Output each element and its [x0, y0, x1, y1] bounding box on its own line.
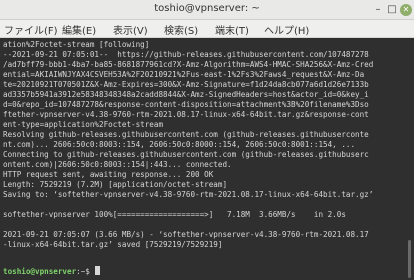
terminal-line: ftether-vpnserver-v4.38-9760-rtm-2021.08… [3, 110, 369, 119]
title-bar[interactable]: toshio@vpnserver: ~ – □ ✕ [0, 0, 414, 20]
menu-file[interactable]: ファイル(F) [4, 22, 58, 37]
prompt-user: toshio@vpnserver [3, 267, 77, 276]
terminal-line: Length: 7529219 (7.2M) [application/octe… [3, 180, 228, 189]
terminal-line: ential=AKIAIWNJYAX4CSVEH53A%2F20210921%2… [3, 70, 365, 79]
terminal-line: --2021-09-21 07:05:01-- https://github-r… [3, 50, 369, 59]
window-title: toshio@vpnserver: ~ [154, 3, 260, 14]
text-cursor [95, 266, 101, 275]
terminal-line: softether-vpnserver 100%[===============… [3, 210, 346, 219]
menu-help[interactable]: ヘルプ(H) [264, 22, 309, 37]
menu-view[interactable]: 表示(V) [113, 22, 148, 37]
terminal-line: d=0&repo_id=107487278&response-content-d… [3, 100, 369, 109]
terminal-line: 2021-09-21 07:05:07 (3.66 MB/s) - ‘softe… [3, 230, 369, 239]
close-button[interactable]: ✕ [400, 4, 412, 16]
terminal-line: ation%2Foctet-stream [following] [3, 40, 150, 49]
menu-search[interactable]: 検索(S) [164, 22, 198, 37]
terminal-line: Connecting to github-releases.githubuser… [3, 150, 369, 159]
terminal-line: -linux-x64-64bit.tar.gz’ saved [7529219/… [3, 240, 223, 249]
terminal-line: /ad7bff79-bbb1-4ba7-ba85-8681877961cd?X-… [3, 60, 374, 69]
terminal-line: Saving to: ‘softether-vpnserver-v4.38-97… [3, 190, 374, 199]
terminal-line: nt.com)... 2606:50c0:8003::154, 2606:50c… [3, 140, 356, 149]
terminal-line: ontent.com)|2606:50c0:8003::154|:443... … [3, 160, 232, 169]
terminal-line: Resolving github-releases.githubusercont… [3, 130, 369, 139]
terminal-line: ent-type=application%2Foctet-stream [3, 120, 164, 129]
terminal-window: toshio@vpnserver: ~ – □ ✕ ファイル(F) 編集(E) … [0, 0, 414, 280]
menu-terminal[interactable]: 端末(T) [215, 22, 249, 37]
terminal-line: HTTP request sent, awaiting response... … [3, 170, 214, 179]
scrollbar[interactable] [406, 38, 414, 280]
prompt-line[interactable]: toshio@vpnserver:~$ [3, 266, 101, 276]
maximize-button[interactable]: □ [386, 4, 398, 16]
minimize-button[interactable]: – [372, 4, 384, 16]
terminal-output[interactable]: ation%2Foctet-stream [following] --2021-… [0, 38, 406, 280]
terminal-line: te=20210921T070501Z&X-Amz-Expires=300&X-… [3, 80, 369, 89]
prompt-path: :~$ [76, 267, 95, 276]
scrollbar-thumb[interactable] [408, 240, 411, 278]
menu-edit[interactable]: 編集(E) [62, 22, 96, 37]
menu-bar: ファイル(F) 編集(E) 表示(V) 検索(S) 端末(T) ヘルプ(H) [0, 20, 414, 38]
terminal-line: ad3357b5941a3912e58348348348a2cadd8844&X… [3, 90, 369, 99]
